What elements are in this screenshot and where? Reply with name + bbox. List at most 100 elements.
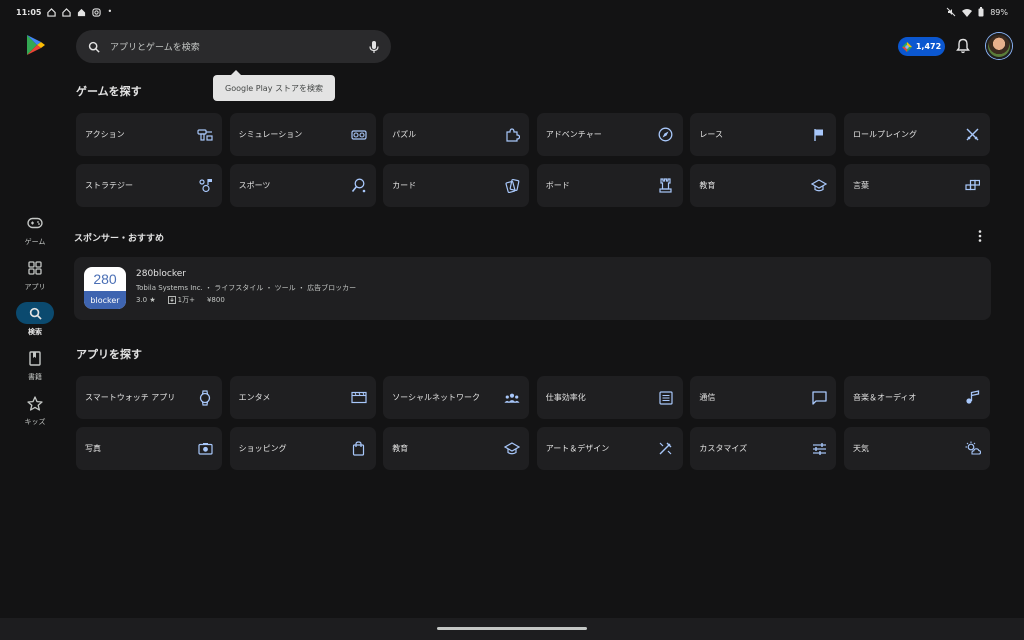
- gamepad-icon: [27, 217, 43, 229]
- app-category-weather[interactable]: 天気: [843, 427, 990, 470]
- app-category-music[interactable]: 音楽＆オーディオ: [843, 376, 990, 419]
- word-blocks-icon: [965, 179, 981, 191]
- rail-item-games[interactable]: ゲーム: [0, 212, 70, 247]
- swords-icon: [966, 128, 979, 141]
- game-category-simulation[interactable]: シミュレーション: [229, 113, 376, 156]
- sponsored-section-title: スポンサー・おすすめ: [74, 234, 165, 244]
- chat-bubble-icon: [812, 390, 827, 405]
- app-category-shopping[interactable]: ショッピング: [229, 427, 376, 470]
- mute-icon: [946, 7, 956, 17]
- sports-icon: [351, 178, 366, 193]
- game-category-board[interactable]: ボード: [536, 164, 683, 207]
- games-section-title: ゲームを探す: [76, 85, 142, 98]
- instagram-icon: [92, 7, 102, 17]
- rail-item-label: 書籍: [28, 373, 42, 381]
- app-category-communication[interactable]: 通信: [690, 376, 837, 419]
- app-category-education[interactable]: 教育: [383, 427, 530, 470]
- music-note-icon: [966, 390, 980, 404]
- home-outline-icon: [47, 7, 57, 17]
- app-category-social[interactable]: ソーシャルネットワーク: [383, 376, 530, 419]
- game-category-action[interactable]: アクション: [76, 113, 222, 156]
- apps-section-title: アプリを探す: [76, 348, 142, 361]
- rail-item-label: アプリ: [24, 283, 46, 291]
- battery-icon: [978, 7, 984, 17]
- clapper-icon: [350, 391, 367, 404]
- app-category-art-design[interactable]: アート＆デザイン: [536, 427, 683, 470]
- app-downloads: 1万+: [167, 295, 195, 305]
- game-category-card[interactable]: カード: [383, 164, 530, 207]
- clock: 11:05: [16, 7, 42, 17]
- rail-item-label: 検索: [28, 328, 42, 336]
- home-outline-icon: [62, 7, 72, 17]
- brush-icon: [659, 442, 672, 455]
- rail-item-apps[interactable]: アプリ: [0, 257, 70, 292]
- game-category-sports[interactable]: スポーツ: [229, 164, 376, 207]
- game-category-racing[interactable]: レース: [690, 113, 837, 156]
- play-points-icon: [901, 41, 912, 52]
- app-category-productivity[interactable]: 仕事効率化: [536, 376, 683, 419]
- app-meta: 3.0 ★ 1万+ ¥800: [136, 295, 225, 305]
- app-downloads-count: 1万+: [177, 296, 195, 304]
- school-cap-icon: [504, 442, 521, 455]
- notification-dot: •: [107, 7, 113, 16]
- watch-icon: [199, 389, 211, 406]
- sliders-icon: [812, 442, 826, 455]
- sponsored-app-card[interactable]: 280 blocker 280blocker Tobila Systems In…: [74, 257, 991, 320]
- weather-sun-cloud-icon: [965, 441, 981, 455]
- rail-item-label: キッズ: [24, 418, 46, 426]
- shopping-bag-icon: [352, 441, 365, 456]
- compass-icon: [658, 127, 673, 142]
- home-gesture-handle[interactable]: [437, 627, 587, 630]
- google-play-logo[interactable]: [24, 34, 46, 56]
- game-category-adventure[interactable]: アドベンチャー: [536, 113, 683, 156]
- star-icon: [27, 395, 43, 411]
- vr-goggles-icon: [350, 129, 367, 140]
- chess-rook-icon: [659, 178, 672, 193]
- navigation-rail: ゲーム アプリ 検索 書籍 キッズ: [0, 24, 70, 616]
- search-icon: [88, 41, 100, 53]
- action-icon: [197, 128, 213, 141]
- search-icon: [29, 307, 42, 320]
- bell-icon[interactable]: [956, 38, 970, 54]
- app-category-personalization[interactable]: カスタマイズ: [690, 427, 837, 470]
- camera-icon: [197, 443, 213, 455]
- game-category-puzzle[interactable]: パズル: [383, 113, 530, 156]
- flag-icon: [814, 128, 824, 141]
- app-subtitle: Tobila Systems Inc. ・ ライフスタイル ・ ツール ・ 広告…: [136, 284, 357, 292]
- app-price: ¥800: [206, 296, 225, 304]
- app-category-entertainment[interactable]: エンタメ: [229, 376, 376, 419]
- app-category-watch[interactable]: スマートウォッチ アプリ: [76, 376, 222, 419]
- game-categories-grid: アクション シミュレーション パズル アドベンチャー レース ロールプレイング …: [76, 113, 990, 207]
- school-cap-icon: [811, 179, 828, 192]
- status-bar: 11:05 • 89%: [0, 0, 1024, 24]
- apps-grid-icon: [28, 261, 42, 275]
- app-rating: 3.0 ★: [136, 296, 156, 304]
- search-bar[interactable]: アプリとゲームを検索: [76, 30, 391, 63]
- game-category-roleplaying[interactable]: ロールプレイング: [843, 113, 990, 156]
- game-category-educational[interactable]: 教育: [690, 164, 837, 207]
- play-points-badge[interactable]: 1,472: [898, 37, 945, 56]
- more-vert-icon[interactable]: [975, 229, 985, 243]
- wifi-icon: [962, 8, 973, 17]
- app-category-photography[interactable]: 写真: [76, 427, 222, 470]
- home-filled-icon: [78, 8, 86, 16]
- points-count: 1,472: [915, 42, 942, 51]
- app-categories-grid: スマートウォッチ アプリ エンタメ ソーシャルネットワーク 仕事効率化 通信 音…: [76, 376, 990, 470]
- cards-icon: [505, 178, 520, 193]
- rail-item-kids[interactable]: キッズ: [0, 392, 70, 427]
- puzzle-icon: [506, 128, 520, 142]
- app-icon: 280 blocker: [84, 267, 126, 309]
- game-category-word[interactable]: 言葉: [843, 164, 990, 207]
- game-category-strategy[interactable]: ストラテジー: [76, 164, 222, 207]
- microphone-icon[interactable]: [369, 40, 379, 54]
- rail-item-books[interactable]: 書籍: [0, 347, 70, 382]
- book-icon: [29, 350, 41, 366]
- search-input[interactable]: アプリとゲームを検索: [110, 40, 369, 53]
- battery-percent: 89%: [990, 7, 1008, 17]
- people-icon: [504, 393, 520, 403]
- rail-item-search[interactable]: 検索: [0, 302, 70, 337]
- strategy-icon: [198, 179, 212, 193]
- app-name: 280blocker: [136, 269, 186, 279]
- avatar[interactable]: [986, 33, 1012, 59]
- document-list-icon: [659, 390, 673, 405]
